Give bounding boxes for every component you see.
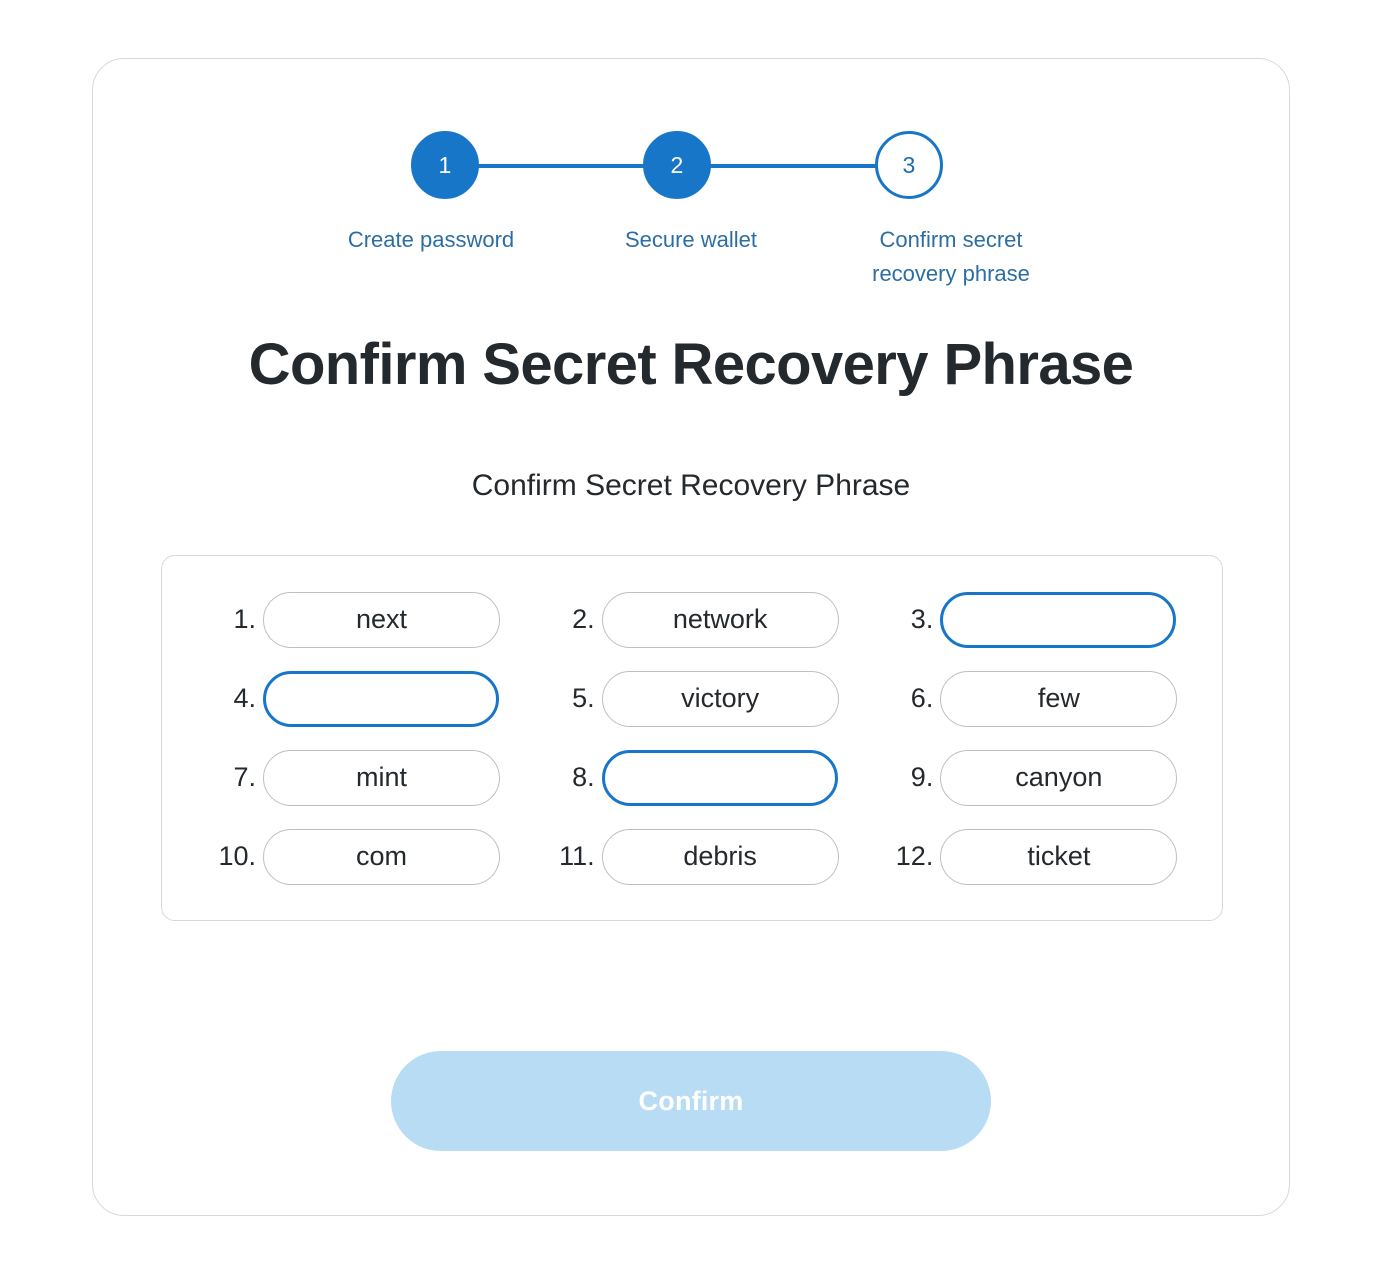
step-node-2[interactable]: 2 [643,131,711,199]
step-node-1[interactable]: 1 [411,131,479,199]
word-input-6[interactable]: few [940,670,1178,727]
word-index-1: 1. [233,604,256,634]
word-index-5: 5. [572,683,595,713]
page-title: Confirm Secret Recovery Phrase [248,332,1134,397]
recovery-phrase-grid: 1. next 2. network 3. 4. 5. victory 6. f… [184,580,1200,896]
word-input-2[interactable]: network [601,591,839,648]
word-input-5[interactable]: victory [601,670,839,727]
word-index-2: 2. [572,604,595,634]
word-index-4: 4. [233,683,256,713]
phrase-cell-11: 11. debris [523,817,862,896]
step-label-secure-wallet: Secure wallet [561,223,821,291]
word-input-1[interactable]: next [263,591,500,648]
phrase-cell-10: 10. com [184,817,523,896]
word-index-12: 12. [895,841,934,871]
word-index-11: 11. [559,841,595,871]
step-number-2: 2 [670,151,684,178]
step-labels: Create password Secure wallet Confirm se… [301,223,1081,291]
step-label-confirm-secret-recovery-phrase: Confirm secret recovery phrase [821,223,1081,291]
page-subtitle: Confirm Secret Recovery Phrase [471,469,911,502]
word-index-10: 10. [218,841,256,871]
word-input-11[interactable]: debris [601,828,839,885]
phrase-cell-5: 5. victory [523,659,862,738]
word-index-3: 3. [910,604,934,634]
word-index-8: 8. [572,762,595,792]
word-input-7[interactable]: mint [263,749,500,806]
step-label-create-password: Create password [301,223,561,291]
word-input-4[interactable] [263,670,499,727]
word-index-9: 9. [910,762,934,792]
phrase-cell-4: 4. [184,659,523,738]
onboarding-card: 1 2 3 Create password Secure wallet Conf… [92,58,1290,1216]
phrase-cell-2: 2. network [523,580,862,659]
stepper-track: 1 2 3 [411,131,971,201]
word-input-9[interactable]: canyon [940,749,1178,806]
phrase-cell-12: 12. ticket [861,817,1200,896]
word-input-10[interactable]: com [263,828,500,885]
word-input-3[interactable] [940,591,1177,648]
word-index-6: 6. [910,683,934,713]
phrase-cell-8: 8. [523,738,862,817]
phrase-cell-3: 3. [861,580,1200,659]
step-label-3-line1: Confirm secret [879,227,1023,252]
phrase-cell-7: 7. mint [184,738,523,817]
onboarding-stepper: 1 2 3 Create password Secure wallet Conf… [93,131,1289,346]
step-label-2-line1: Secure wallet [624,227,758,252]
step-node-3[interactable]: 3 [875,131,943,199]
step-number-1: 1 [438,151,452,178]
step-label-1-line1: Create password [347,227,515,252]
phrase-cell-1: 1. next [184,580,523,659]
word-input-12[interactable]: ticket [940,828,1178,885]
word-input-8[interactable] [601,749,838,806]
confirm-button[interactable]: Confirm [391,1051,991,1151]
word-index-7: 7. [233,762,256,792]
phrase-cell-9: 9. canyon [861,738,1200,817]
step-number-3: 3 [902,151,916,178]
step-label-3-line2: recovery phrase [872,261,1030,286]
recovery-phrase-container: 1. next 2. network 3. 4. 5. victory 6. f… [161,555,1223,921]
phrase-cell-6: 6. few [861,659,1200,738]
